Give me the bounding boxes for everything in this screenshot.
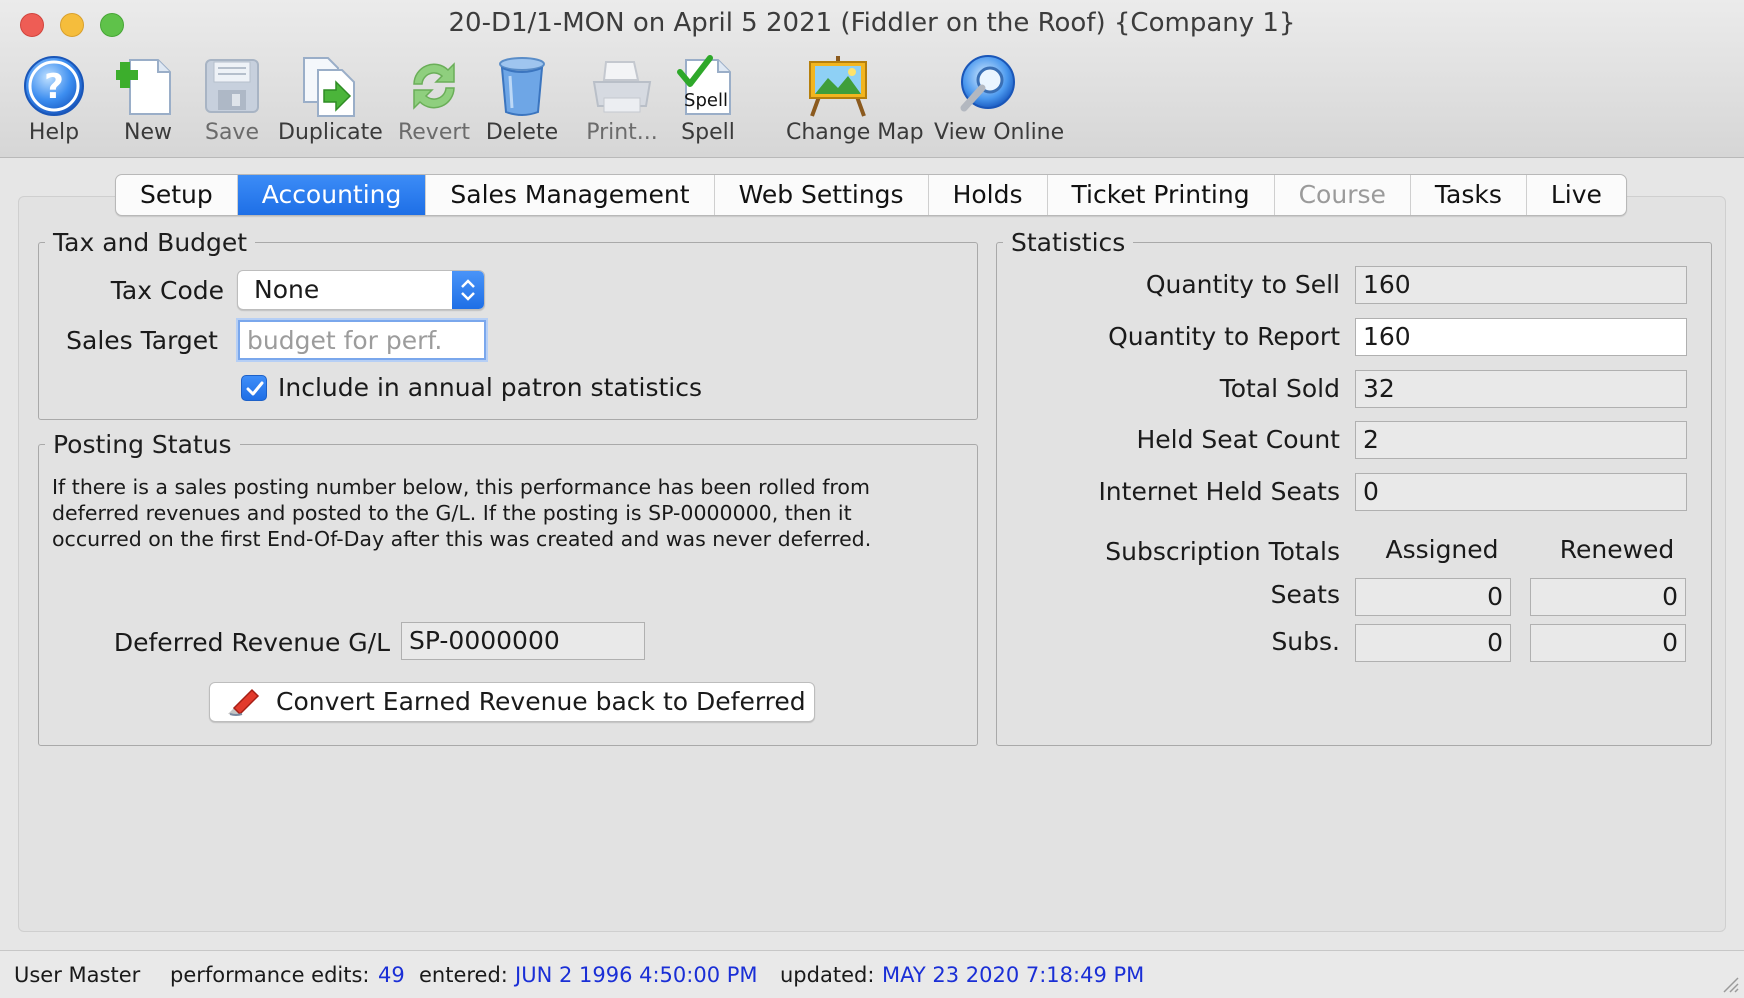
easel-map-icon [809,56,867,117]
duplicate-document-icon [303,57,355,117]
title-bar: 20-D1/1-MON on April 5 2021 (Fiddler on … [0,0,1744,158]
spell-button[interactable]: Spell Spell [676,54,740,150]
posting-info-line-1: If there is a sales posting number below… [52,475,870,499]
posting-info-line-2: deferred revenues and posted to the G/L.… [52,501,852,525]
duplicate-button[interactable]: Duplicate [278,54,383,150]
include-stats-label[interactable]: Include in annual patron statistics [278,373,702,402]
window: 20-D1/1-MON on April 5 2021 (Fiddler on … [0,0,1744,998]
status-user: User Master [14,963,141,987]
revert-arrows-icon [413,62,455,110]
tab-accounting[interactable]: Accounting [237,175,427,215]
change-map-label: Change Map [786,120,924,145]
tab-live[interactable]: Live [1527,175,1626,215]
tax-budget-title: Tax and Budget [53,228,248,257]
subs-renewed-field: 0 [1530,624,1686,662]
tab-holds[interactable]: Holds [929,175,1048,215]
tax-code-label: Tax Code [110,276,224,305]
status-edits-value: 49 [378,963,405,987]
quantity-to-sell-label: Quantity to Sell [1145,270,1340,299]
view-online-button[interactable]: View Online [934,54,1064,150]
deferred-gl-field: SP-0000000 [401,622,645,660]
sales-target-input[interactable] [238,320,486,360]
tax-code-value: None [254,275,320,304]
help-label: Help [28,120,80,145]
window-title: 20-D1/1-MON on April 5 2021 (Fiddler on … [448,8,1296,38]
seats-renewed-field: 0 [1530,578,1686,616]
help-button[interactable]: ? Help [22,54,86,150]
include-stats-checkbox[interactable] [241,375,267,401]
resize-grip-icon[interactable] [1718,972,1740,994]
held-seat-count-field: 2 [1355,421,1687,459]
status-updated-value: MAY 23 2020 7:18:49 PM [882,963,1145,987]
tab-tasks[interactable]: Tasks [1411,175,1527,215]
status-edits-label: performance edits: [170,963,370,987]
delete-label: Delete [485,120,559,145]
duplicate-label: Duplicate [278,120,383,145]
change-map-button[interactable]: Change Map [786,54,924,150]
save-button[interactable]: Save [200,54,264,150]
help-icon: ? [24,56,84,116]
checkmark-icon [246,381,264,396]
convert-revenue-label: Convert Earned Revenue back to Deferred [276,687,806,716]
quantity-to-sell-field: 160 [1355,266,1687,304]
tab-ticket-printing[interactable]: Ticket Printing [1048,175,1275,215]
internet-held-seats-field: 0 [1355,473,1687,511]
tab-web-settings[interactable]: Web Settings [715,175,929,215]
status-updated-label: updated: [780,963,875,987]
subs-assigned-field: 0 [1355,624,1511,662]
quantity-to-report-label: Quantity to Report [1108,322,1340,351]
internet-held-seats-label: Internet Held Seats [1098,477,1340,506]
sales-target-label: Sales Target [66,326,218,355]
quantity-to-report-field[interactable]: 160 [1355,318,1687,356]
spell-icon-text: Spell [684,90,728,111]
status-entered-value: JUN 2 1996 4:50:00 PM [515,963,758,987]
printer-icon [592,61,652,113]
statistics-title: Statistics [1011,228,1126,257]
tax-code-select[interactable]: None [237,270,485,310]
renewed-header: Renewed [1559,535,1675,564]
svg-text:?: ? [44,67,64,107]
view-online-label: View Online [934,120,1065,145]
held-seat-count-label: Held Seat Count [1136,425,1340,454]
save-label: Save [204,120,259,145]
assigned-header: Assigned [1385,535,1499,564]
total-sold-field: 32 [1355,370,1687,408]
tab-sales-management[interactable]: Sales Management [426,175,715,215]
seats-assigned-field: 0 [1355,578,1511,616]
posting-status-title: Posting Status [53,430,232,459]
status-bar: User Master performance edits: 49 entere… [0,950,1744,998]
tab-bar: Setup Accounting Sales Management Web Se… [115,174,1627,216]
seats-label: Seats [1270,580,1340,609]
new-button[interactable]: New [116,54,180,150]
tab-setup[interactable]: Setup [116,175,238,215]
delete-button[interactable]: Delete [486,54,558,150]
subscription-totals-label: Subscription Totals [1105,537,1340,566]
select-arrows-icon [452,271,484,309]
status-entered-label: entered: [419,963,508,987]
revert-button[interactable]: Revert [398,54,470,150]
eraser-pencil-icon [228,688,260,716]
trash-can-icon [499,57,545,116]
deferred-gl-label: Deferred Revenue G/L [113,628,390,657]
globe-magnifier-icon [960,55,1015,112]
new-document-icon [116,59,171,115]
subs-label: Subs. [1271,627,1340,656]
convert-revenue-button[interactable]: Convert Earned Revenue back to Deferred [209,682,815,722]
print-button[interactable]: Print... [586,54,658,150]
tab-course[interactable]: Course [1275,175,1411,215]
save-disk-icon [205,59,259,113]
spell-label: Spell [681,120,735,145]
total-sold-label: Total Sold [1219,374,1340,403]
posting-info-line-3: occurred on the first End-Of-Day after t… [52,527,872,551]
